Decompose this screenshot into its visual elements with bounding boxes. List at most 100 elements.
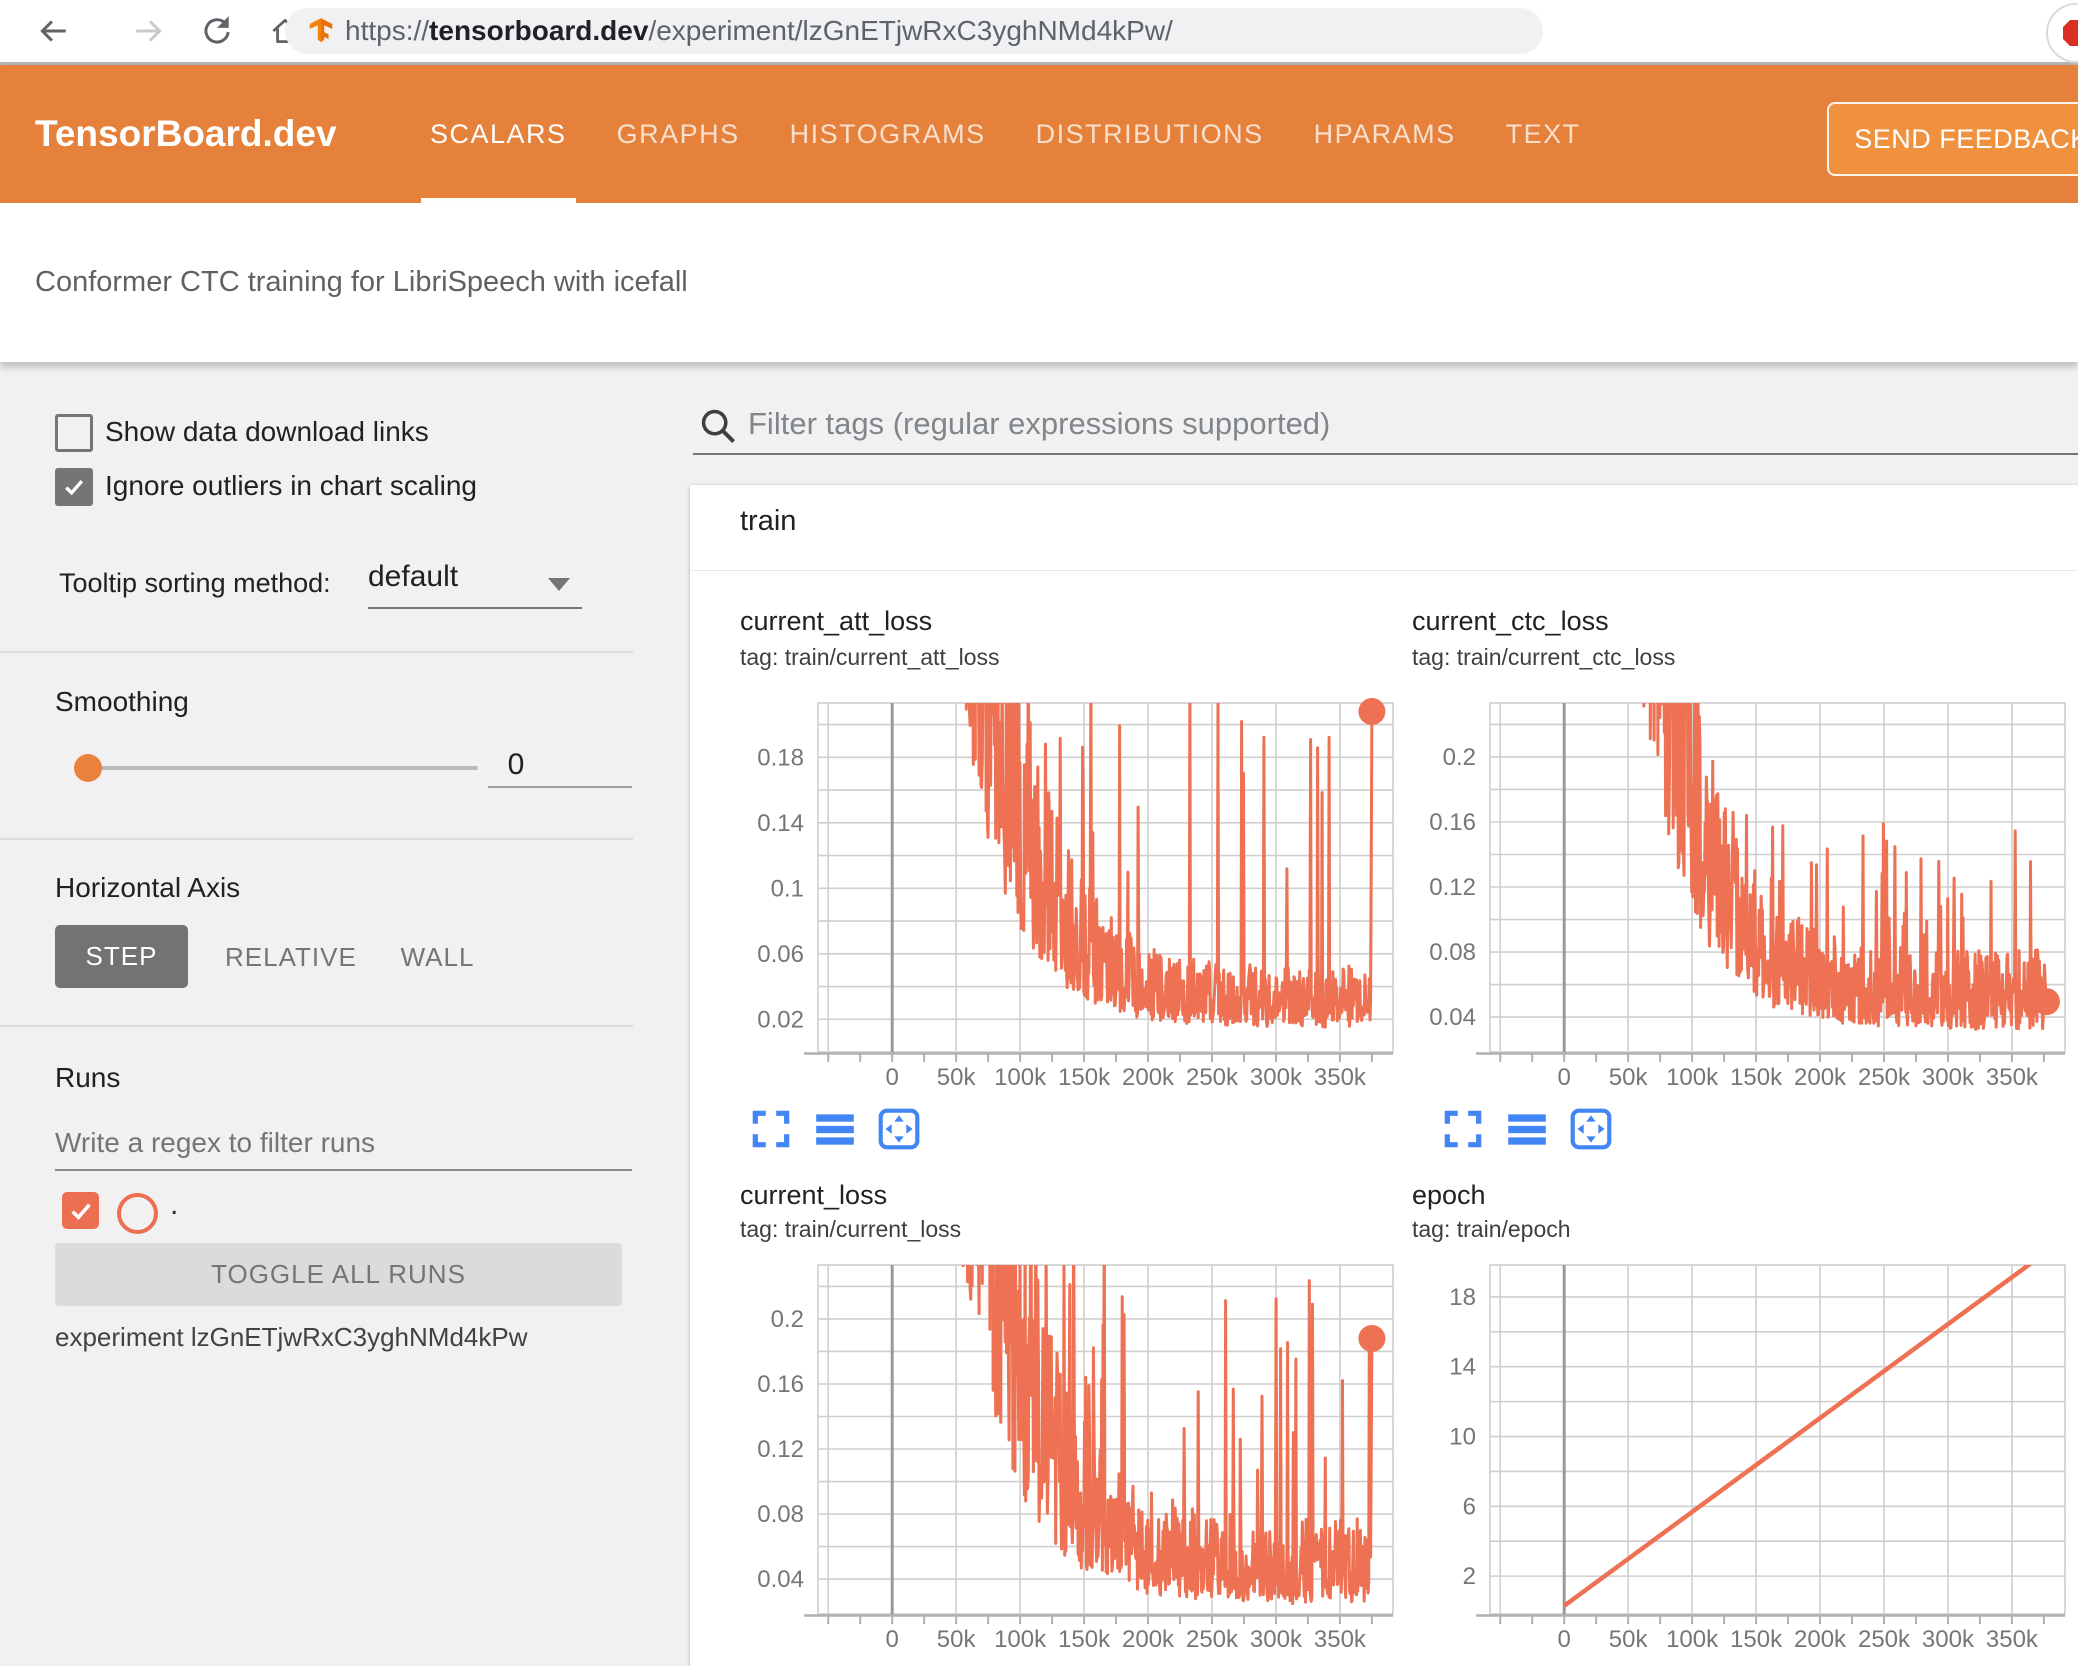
svg-text:18: 18	[1449, 1284, 1476, 1311]
data-table-icon[interactable]	[812, 1106, 858, 1152]
svg-text:0.12: 0.12	[757, 1436, 804, 1463]
svg-text:150k: 150k	[1730, 1064, 1783, 1091]
chart-current-att-loss[interactable]: 0 50k 100k 150k 200k 250k 300k 350k 0.02 0.06 0.1 0…	[690, 685, 1402, 1100]
tab-text[interactable]: TEXT	[1506, 65, 1581, 203]
chart-current-loss[interactable]: 0 50k 100k 150k 200k 250k 300k 350k 0.04 0.08 0.12…	[690, 1247, 1402, 1662]
filter-tags-input[interactable]: Filter tags (regular expressions support…	[748, 406, 1330, 442]
svg-text:6: 6	[1463, 1493, 1476, 1520]
fit-domain-icon[interactable]	[876, 1106, 922, 1152]
svg-text:0.04: 0.04	[1429, 1004, 1476, 1031]
axis-wall-button[interactable]: WALL	[395, 942, 480, 973]
svg-text:150k: 150k	[1058, 1064, 1111, 1091]
axis-relative-button[interactable]: RELATIVE	[225, 942, 356, 973]
ignore-outliers-checkbox[interactable]	[55, 468, 93, 506]
section-title[interactable]: train	[740, 505, 796, 538]
sidebar-divider	[0, 651, 633, 653]
smoothing-slider-thumb[interactable]	[74, 754, 102, 782]
show-download-label[interactable]: Show data download links	[105, 416, 429, 448]
browser-reload-icon[interactable]	[200, 14, 234, 48]
svg-text:300k: 300k	[1922, 1064, 1975, 1091]
smoothing-value-underline	[488, 786, 632, 788]
experiment-title: Conformer CTC training for LibriSpeech w…	[35, 266, 688, 298]
browser-profile-avatar[interactable]	[2046, 3, 2078, 63]
svg-text:300k: 300k	[1922, 1626, 1975, 1653]
svg-text:10: 10	[1449, 1424, 1476, 1451]
svg-text:100k: 100k	[994, 1626, 1047, 1653]
smoothing-slider-track[interactable]	[85, 766, 478, 770]
svg-text:0.14: 0.14	[757, 810, 804, 837]
chart-tag: tag: train/current_att_loss	[740, 644, 1000, 670]
experiment-id-label: experiment lzGnETjwRxC3yghNMd4kPw	[55, 1322, 528, 1352]
svg-text:250k: 250k	[1858, 1064, 1911, 1091]
send-feedback-button[interactable]: SEND FEEDBACK	[1827, 102, 2078, 176]
svg-text:350k: 350k	[1986, 1064, 2039, 1091]
expand-icon[interactable]	[748, 1106, 794, 1152]
ignore-outliers-label[interactable]: Ignore outliers in chart scaling	[105, 470, 477, 502]
svg-text:300k: 300k	[1250, 1064, 1303, 1091]
svg-text:0: 0	[886, 1064, 899, 1091]
svg-text:0: 0	[1558, 1064, 1571, 1091]
svg-text:100k: 100k	[1666, 1626, 1719, 1653]
filter-tags-underline	[693, 453, 2078, 455]
axis-step-button[interactable]: STEP	[55, 925, 188, 988]
browser-forward-icon[interactable]	[132, 14, 166, 48]
experiment-title-band: Conformer CTC training for LibriSpeech w…	[0, 203, 2078, 362]
chart-tag: tag: train/current_loss	[740, 1216, 962, 1242]
svg-text:0: 0	[886, 1626, 899, 1653]
svg-text:2: 2	[1463, 1563, 1476, 1590]
tab-distributions[interactable]: DISTRIBUTIONS	[1036, 65, 1264, 203]
svg-text:350k: 350k	[1314, 1626, 1367, 1653]
check-icon	[65, 480, 84, 496]
svg-text:200k: 200k	[1122, 1626, 1175, 1653]
tensorboard-page: https://tensorboard.dev/experiment/lzGnE…	[0, 0, 2078, 1666]
toggle-all-runs-button[interactable]: TOGGLE ALL RUNS	[55, 1243, 622, 1306]
svg-text:250k: 250k	[1858, 1626, 1911, 1653]
chart-current-ctc-loss[interactable]: 0 50k 100k 150k 200k 250k 300k 350k 0.04 0.08 0.12…	[1362, 685, 2074, 1100]
svg-text:0.1: 0.1	[771, 875, 804, 902]
chart-tag: tag: train/current_ctc_loss	[1412, 644, 1676, 670]
browser-back-icon[interactable]	[36, 14, 70, 48]
svg-text:150k: 150k	[1058, 1626, 1111, 1653]
svg-text:0.16: 0.16	[1429, 809, 1476, 836]
svg-text:0.2: 0.2	[771, 1306, 804, 1333]
sidebar-divider	[0, 838, 633, 840]
expand-icon[interactable]	[1440, 1106, 1486, 1152]
tooltip-sorting-label: Tooltip sorting method:	[59, 568, 331, 598]
runs-label: Runs	[55, 1062, 121, 1093]
run-color-swatch[interactable]	[117, 1193, 158, 1234]
url-text: https://tensorboard.dev/experiment/lzGnE…	[345, 15, 1173, 46]
chart-epoch[interactable]: 0 50k 100k 150k 200k 250k 300k 350k 2 6 10 14 18	[1362, 1247, 2074, 1662]
tab-hparams[interactable]: HPARAMS	[1314, 65, 1456, 203]
nav-tabs: SCALARS GRAPHS HISTOGRAMS DISTRIBUTIONS …	[421, 65, 1581, 203]
svg-text:200k: 200k	[1122, 1064, 1175, 1091]
section-divider	[690, 570, 2078, 571]
browser-toolbar: https://tensorboard.dev/experiment/lzGnE…	[0, 0, 2078, 65]
data-table-icon[interactable]	[1504, 1106, 1550, 1152]
tab-scalars[interactable]: SCALARS	[421, 65, 576, 203]
chart-title: epoch	[1412, 1180, 1486, 1210]
svg-text:50k: 50k	[1609, 1064, 1649, 1091]
svg-text:0.08: 0.08	[757, 1501, 804, 1528]
fit-domain-icon[interactable]	[1568, 1106, 1614, 1152]
chart-title: current_att_loss	[740, 606, 933, 636]
svg-text:0.04: 0.04	[757, 1566, 804, 1593]
chevron-down-icon[interactable]	[548, 578, 570, 591]
show-download-checkbox[interactable]	[55, 414, 93, 452]
runs-filter-input[interactable]: Write a regex to filter runs	[55, 1127, 375, 1159]
tab-graphs[interactable]: GRAPHS	[617, 65, 740, 203]
svg-text:50k: 50k	[1609, 1626, 1649, 1653]
svg-text:0: 0	[1558, 1626, 1571, 1653]
svg-text:200k: 200k	[1794, 1626, 1847, 1653]
run-checkbox[interactable]	[62, 1192, 99, 1229]
chart-title: current_ctc_loss	[1412, 606, 1609, 636]
tab-histograms[interactable]: HISTOGRAMS	[790, 65, 986, 203]
address-bar[interactable]: https://tensorboard.dev/experiment/lzGnE…	[285, 8, 1543, 54]
tooltip-sorting-select[interactable]: default	[368, 560, 458, 594]
svg-text:14: 14	[1449, 1354, 1476, 1381]
svg-text:0.06: 0.06	[757, 941, 804, 968]
svg-text:150k: 150k	[1730, 1626, 1783, 1653]
smoothing-label: Smoothing	[55, 686, 189, 717]
svg-text:100k: 100k	[1666, 1064, 1719, 1091]
svg-text:0.12: 0.12	[1429, 874, 1476, 901]
smoothing-value[interactable]: 0	[495, 748, 537, 782]
